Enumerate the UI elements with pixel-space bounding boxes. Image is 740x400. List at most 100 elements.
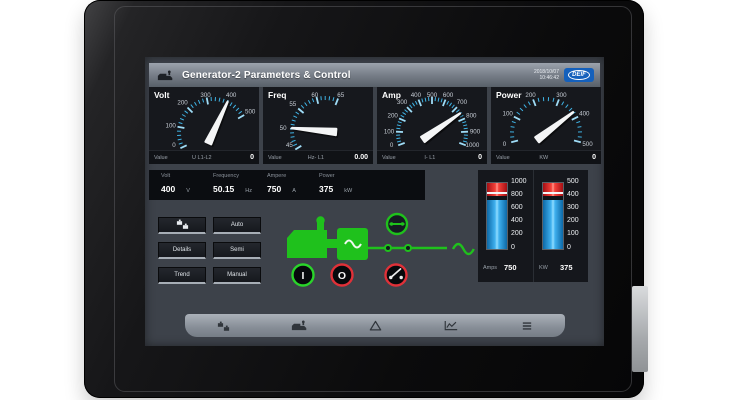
- single-line-diagram: I O: [275, 207, 478, 297]
- gauge-footer-label: Value: [154, 155, 168, 161]
- gauge-tick: [397, 141, 401, 142]
- gauge-tick-label: 800: [466, 113, 477, 120]
- gauge-tick: [397, 125, 401, 126]
- gauge-tick: [447, 101, 449, 105]
- gauge-tick: [520, 108, 523, 111]
- nav-genset-icon[interactable]: [277, 317, 321, 334]
- gauge-tick: [464, 138, 468, 139]
- readout-unit: A: [292, 188, 296, 194]
- readout-header: Power: [319, 173, 373, 179]
- gauge-digital-value: 0: [578, 154, 596, 161]
- grid-wave-icon: [453, 244, 474, 254]
- mount-clip: [632, 286, 648, 372]
- generator-select-button[interactable]: [158, 217, 206, 234]
- gauge-tick: [198, 100, 200, 104]
- nav-generators-icon[interactable]: [201, 317, 245, 334]
- gauge-tick: [556, 99, 559, 106]
- gauge-title: Freq: [268, 90, 286, 100]
- bar-label: Amps: [483, 265, 497, 271]
- readout-header: Ampere: [267, 173, 321, 179]
- bar-tick-label: 800: [511, 191, 535, 198]
- nav-menu-icon[interactable]: [505, 317, 549, 334]
- kw-bar: [542, 182, 564, 250]
- gauge-tick-label: 100: [384, 129, 395, 136]
- gauge-tick-label: 300: [556, 92, 567, 99]
- generators-icon: [176, 218, 189, 232]
- amps-bar: [486, 182, 508, 250]
- gauge-tick: [296, 112, 299, 114]
- bar-tick-label: 0: [567, 244, 591, 251]
- gauge-tick: [180, 118, 184, 120]
- gauge-tick-label: 0: [503, 141, 507, 148]
- nav-alarm-icon[interactable]: [353, 317, 397, 334]
- gauge-tick: [512, 122, 516, 123]
- gauge-tick: [336, 99, 339, 106]
- gauge-tick: [239, 111, 242, 113]
- gauge-tick-label: 45: [286, 142, 293, 149]
- gauge-digital-value: 0.00: [350, 154, 368, 161]
- gauge-tick: [185, 111, 188, 114]
- start-button[interactable]: I: [293, 265, 314, 286]
- breaker-open-button[interactable]: [386, 265, 407, 286]
- gauge-tick: [179, 143, 183, 144]
- gauge-footer-label: Value: [268, 155, 282, 161]
- gauge-tick: [223, 99, 224, 103]
- gauge-tick: [403, 112, 406, 114]
- gauge-panel-volt: 0100200300400500 Volt Value U L1-L2 0: [149, 87, 259, 164]
- readout-value: 50.15: [213, 184, 234, 194]
- bar-red-zone: [487, 183, 507, 196]
- manual-mode-button[interactable]: Manual: [213, 267, 261, 284]
- nav-trend-icon[interactable]: [429, 317, 473, 334]
- readout-unit: Hz: [245, 188, 252, 194]
- gauge-tick: [195, 102, 197, 106]
- gauge-tick-label: 300: [397, 99, 408, 106]
- gauge-tick: [463, 125, 467, 126]
- gauge-tick: [329, 96, 330, 100]
- gauge-tick: [566, 105, 569, 108]
- gauge-tick-label: 1000: [466, 142, 480, 149]
- semi-mode-button[interactable]: Semi: [213, 242, 261, 259]
- gauge-signal-label: I- L1: [396, 155, 464, 161]
- bar-fill: [487, 200, 507, 250]
- deif-logo: DEIF: [564, 68, 594, 82]
- gauge-tick: [293, 116, 297, 118]
- bar-label: KW: [539, 265, 548, 271]
- bar-setpoint-marker: [543, 192, 563, 194]
- gauge-tick: [405, 110, 408, 113]
- gauge-tick: [511, 141, 518, 143]
- bar-red-zone: [543, 183, 563, 196]
- gauge-tick: [464, 128, 468, 129]
- hmi-device-photo: Generator-2 Parameters & Control 2018/10…: [0, 0, 740, 400]
- readout-value: 750: [267, 184, 281, 194]
- gauge-tick: [295, 146, 301, 150]
- gauge-tick: [291, 137, 295, 138]
- gauge-title: Volt: [154, 90, 169, 100]
- auto-mode-button[interactable]: Auto: [213, 217, 261, 234]
- gauge-tick: [425, 98, 426, 102]
- gauge-tick: [517, 112, 520, 114]
- gauge-tick: [578, 127, 582, 128]
- gauge-tick: [438, 98, 439, 102]
- gauge-tick: [452, 107, 457, 112]
- stop-label: O: [338, 270, 346, 282]
- gauge-tick-label: 100: [503, 111, 514, 118]
- gauge-tick: [298, 109, 303, 114]
- kw-bar-meter: KW 375 5004003002001000: [533, 170, 589, 282]
- gauge-tick: [191, 105, 194, 108]
- gauge-tick: [178, 127, 185, 128]
- node: [385, 245, 391, 251]
- bar-setpoint-marker: [487, 192, 507, 194]
- gauge-tick: [396, 128, 400, 129]
- gauge-tick: [533, 99, 536, 106]
- gauge-tick: [456, 110, 459, 113]
- gauge-tick-label: 500: [245, 109, 256, 116]
- trend-button[interactable]: Trend: [158, 267, 206, 284]
- gauge-footer-label: Value: [496, 155, 510, 161]
- gauge-tick-label: 65: [337, 92, 344, 99]
- gauge-tick-label: 0: [390, 142, 394, 149]
- bar-tick-label: 100: [567, 230, 591, 237]
- bar-tick-label: 400: [567, 191, 591, 198]
- details-button[interactable]: Details: [158, 242, 206, 259]
- bar-meters-panel: Amps 750 10008006004002000 KW 375 500400…: [478, 170, 588, 282]
- stop-button[interactable]: O: [332, 265, 353, 286]
